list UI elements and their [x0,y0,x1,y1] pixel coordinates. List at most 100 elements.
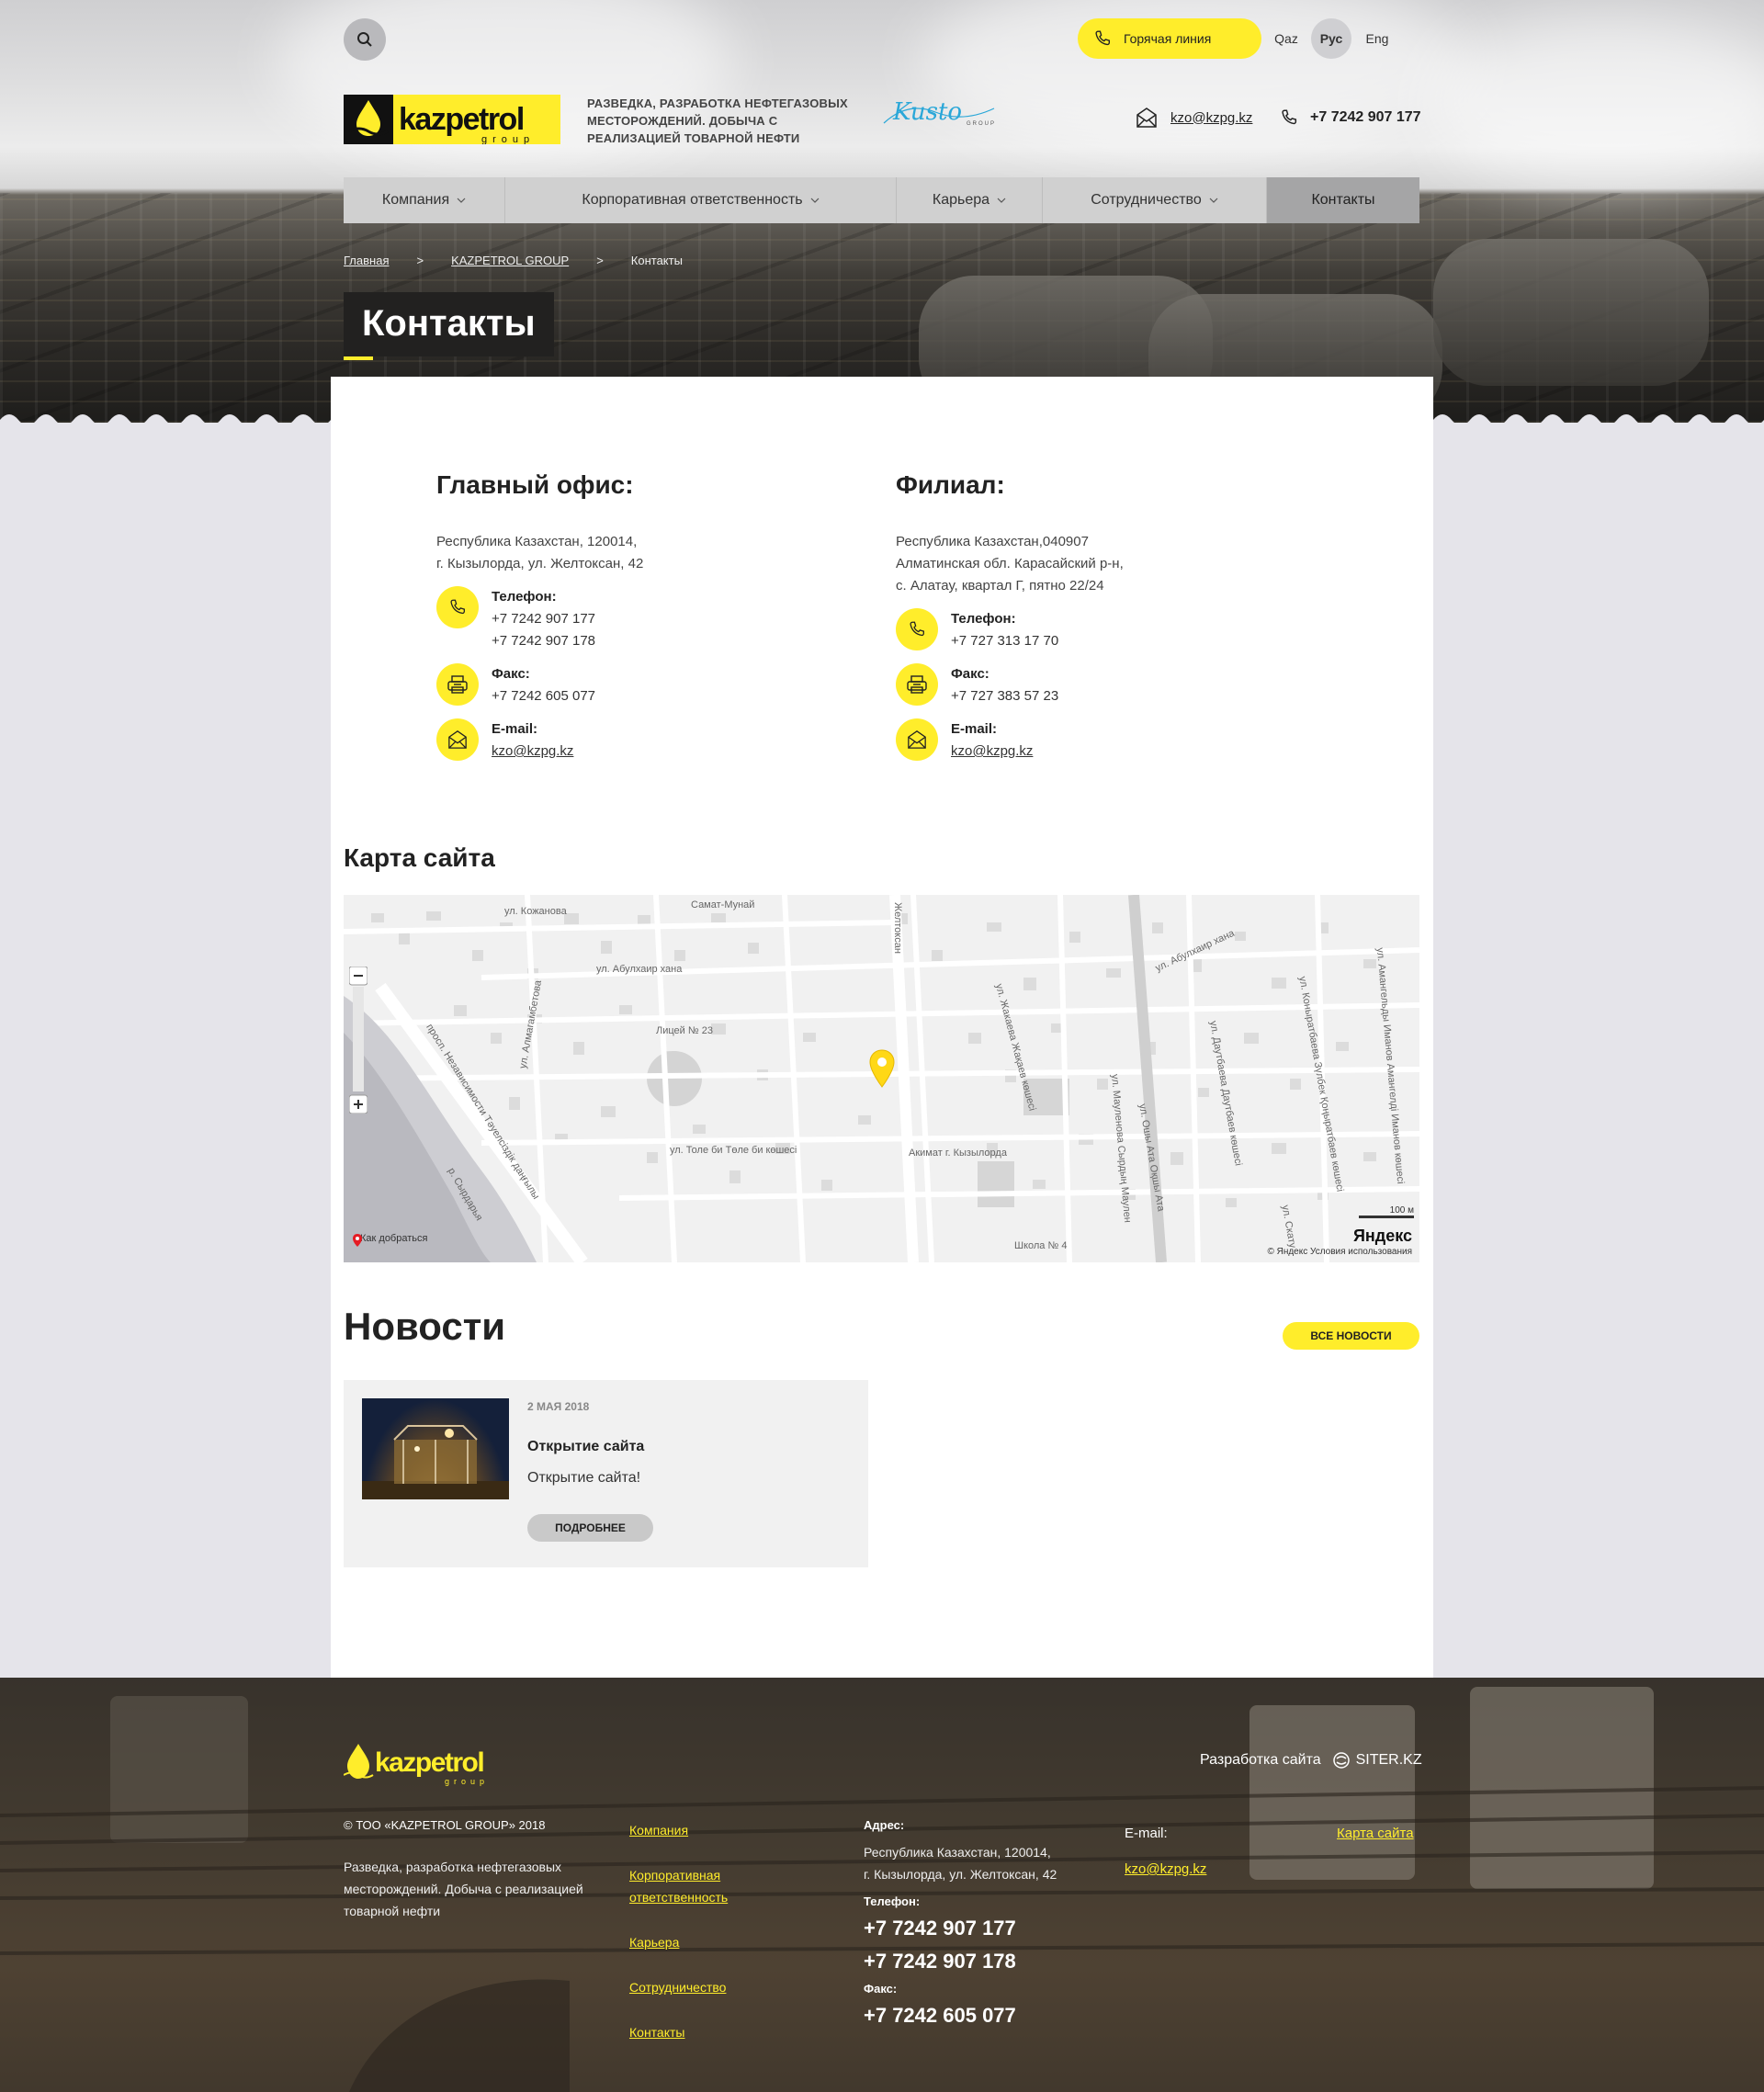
yandex-logo[interactable]: Яндекс [1353,1227,1412,1246]
nav-item-career[interactable]: Карьера [897,177,1043,223]
envelope-icon [908,730,926,749]
address-line: г. Кызылорда, ул. Желтоксан, 42 [864,1867,1057,1882]
footer-address: Республика Казахстан, 120014, г. Кызылор… [864,1841,1102,1885]
all-news-button[interactable]: ВСЕ НОВОСТИ [1283,1322,1419,1350]
footer-fax-label: Факс: [864,1982,898,1996]
footer-fax: +7 7242 605 077 [864,2004,1016,2027]
news-excerpt: Открытие сайта! [527,1470,641,1486]
phone-value[interactable]: +7 7242 907 178 [492,630,595,652]
footer-address-label: Адрес: [864,1818,905,1832]
map-label: Лицей № 23 [656,1025,713,1036]
phone-label: Телефон: [492,589,557,605]
fax-icon-circle [896,663,938,706]
map-route-link[interactable]: Как добраться [351,1233,428,1247]
header-email-link[interactable]: kzo@kzpg.kz [1136,107,1252,128]
header-phone: +7 7242 907 177 [1310,109,1421,125]
footer-email-link[interactable]: kzo@kzpg.kz [1125,1861,1206,1877]
hotline-button[interactable]: Горячая линия [1078,18,1261,59]
breadcrumb-home[interactable]: Главная [344,254,389,267]
map-label: ул. Толе би Төле би көшесі [670,1145,797,1156]
svg-text:group: group [445,1777,489,1786]
fax-icon [907,675,927,694]
branch-title: Филиал: [896,470,1005,499]
footer-phone-label: Телефон: [864,1894,921,1908]
tank-decoration [1433,239,1709,386]
kazpetrol-logo[interactable]: kazpetrol group [344,95,560,144]
footer-link-contacts[interactable]: Контакты [629,2021,767,2043]
address-line: Алматинская обл. Карасайский р-н, [896,556,1124,571]
footer-link-career[interactable]: Карьера [629,1931,767,1953]
footer-link-company[interactable]: Компания [629,1819,767,1841]
main-office-email: E-mail: kzo@kzpg.kz [492,718,573,763]
email-link[interactable]: kzo@kzpg.kz [951,741,1033,763]
svg-text:Kusto: Kusto [892,98,962,126]
main-office-email-row: E-mail: kzo@kzpg.kz [436,718,859,763]
email-icon-circle [896,718,938,761]
lang-eng[interactable]: Eng [1365,18,1389,59]
footer-link-corporate-responsibility[interactable]: Корпоративная ответственность [629,1864,767,1908]
header-phone-link[interactable]: +7 7242 907 177 [1279,107,1421,128]
lang-qaz[interactable]: Qaz [1274,18,1298,59]
footer-contacts: Адрес: Республика Казахстан, 120014, г. … [864,1818,1102,2032]
branch-address: Республика Казахстан,040907 Алматинская … [896,531,1318,597]
news-card[interactable]: 2 МАЯ 2018 Открытие сайта Открытие сайта… [344,1380,868,1567]
developer-name: SITER.KZ [1355,1752,1422,1768]
fax-value: +7 727 383 57 23 [951,688,1059,704]
map-label: Желтоксан [891,902,903,954]
footer-sitemap-link[interactable]: Карта сайта [1337,1826,1414,1841]
footer-link-cooperation[interactable]: Сотрудничество [629,1976,767,1998]
phone-icon [450,599,465,615]
lang-rus[interactable]: Рус [1311,18,1351,59]
footer: kazpetrol group Разработка сайта SITER.K… [0,1678,1764,2092]
address-line: Республика Казахстан, 120014, [864,1845,1051,1860]
news-headline[interactable]: Открытие сайта [527,1439,644,1455]
footer-email-label: E-mail: [1125,1826,1168,1841]
map-pin-icon[interactable] [868,1049,896,1088]
email-icon-circle [436,718,479,761]
kusto-group-logo[interactable]: Kusto GROUP [880,92,1000,136]
header-email: kzo@kzpg.kz [1170,109,1253,126]
map-label: ул. Абулхаир хана [596,964,683,975]
search-button[interactable] [344,18,386,61]
nav-item-company[interactable]: Компания [344,177,505,223]
news-more-button[interactable]: ПОДРОБНЕЕ [527,1514,653,1542]
news-image[interactable] [362,1398,509,1499]
nav-label: Корпоративная ответственность [582,192,803,208]
phone-icon-circle [436,586,479,628]
address-line: г. Кызылорда, ул. Желтоксан, 42 [436,556,644,571]
map-label: Акимат г. Кызылорда [909,1148,1007,1159]
main-office-title: Главный офис: [436,470,634,499]
yandex-map[interactable]: ул. Кожанова ул. Абулхаир хана ул. Абулх… [344,895,1419,1262]
envelope-icon [448,730,467,749]
lang-label: Qaz [1274,31,1298,46]
branch-fax-row: Факс: +7 727 383 57 23 [896,663,1318,707]
map-copyright[interactable]: © Яндекс Условия использования [1267,1247,1412,1257]
nav-item-cooperation[interactable]: Сотрудничество [1043,177,1267,223]
map-scale: 100 м [1359,1205,1414,1218]
email-link[interactable]: kzo@kzpg.kz [492,741,573,763]
lang-label: Рус [1319,31,1343,46]
fax-icon [447,675,468,694]
email-label: E-mail: [951,721,998,737]
nav-label: Контакты [1311,192,1375,208]
nav-label: Компания [381,192,450,208]
main-office-block: Главный офис: Республика Казахстан, 1200… [436,470,859,763]
developer-credit[interactable]: Разработка сайта SITER.KZ [1200,1751,1422,1770]
map-zoom-control[interactable] [349,967,368,1114]
breadcrumb-group[interactable]: KAZPETROL GROUP [451,254,569,267]
phone-value[interactable]: +7 727 313 17 70 [951,630,1058,652]
footer-logo[interactable]: kazpetrol group [344,1742,505,1786]
phone-value[interactable]: +7 7242 907 177 [492,608,595,630]
nav-label: Карьера [932,192,990,208]
footer-phone[interactable]: +7 7242 907 178 [864,1945,1102,1978]
svg-text:kazpetrol: kazpetrol [375,1747,483,1778]
footer-phone[interactable]: +7 7242 907 177 [864,1912,1102,1945]
nav-item-contacts[interactable]: Контакты [1267,177,1419,223]
route-label: Как добраться [360,1233,428,1244]
main-office-phones: Телефон: +7 7242 907 177 +7 7242 907 178 [492,586,595,652]
address-line: с. Алатау, квартал Г, пятно 22/24 [896,578,1104,594]
branch-office-block: Филиал: Республика Казахстан,040907 Алма… [896,470,1318,763]
route-pin-icon [353,1234,362,1247]
nav-item-corporate-responsibility[interactable]: Корпоративная ответственность [505,177,897,223]
fax-label: Факс: [492,666,530,682]
